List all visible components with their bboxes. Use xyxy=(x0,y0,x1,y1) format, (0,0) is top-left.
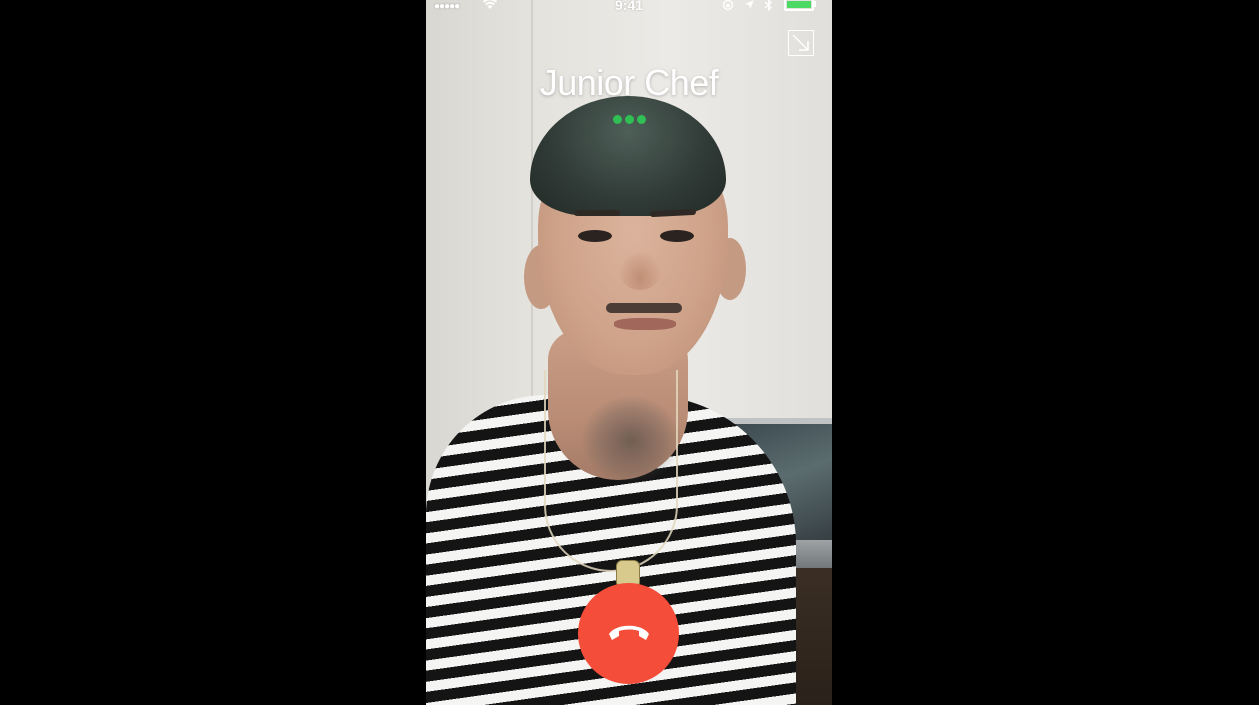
status-dot xyxy=(625,115,634,124)
battery-cap xyxy=(814,1,816,7)
battery-level-fill xyxy=(787,1,811,8)
right-eye xyxy=(660,230,694,242)
status-dot xyxy=(613,115,622,124)
left-eye xyxy=(578,230,612,242)
wifi-icon xyxy=(482,0,498,12)
left-eyebrow xyxy=(574,210,620,216)
bluetooth-icon xyxy=(764,0,773,13)
necklace-chain xyxy=(544,370,678,572)
hair xyxy=(530,96,726,216)
mouth xyxy=(614,318,676,330)
phone-hangup-icon xyxy=(609,625,649,640)
calling-status-indicator xyxy=(613,115,647,127)
status-dot xyxy=(637,115,646,124)
mustache xyxy=(606,303,682,313)
minimize-arrow-icon xyxy=(792,34,809,51)
contact-name: Junior Chef xyxy=(539,62,719,103)
minimize-call-button[interactable] xyxy=(788,30,814,56)
video-call-screen: ●●●●● 9:41 Junior Chef xyxy=(426,0,832,705)
status-bar: ●●●●● 9:41 xyxy=(426,0,832,14)
nose xyxy=(618,250,662,290)
rotation-lock-icon xyxy=(722,0,734,13)
location-arrow-icon xyxy=(744,0,755,12)
status-time: 9:41 xyxy=(615,0,644,13)
end-call-button[interactable] xyxy=(578,583,679,684)
signal-dots-icon: ●●●●● xyxy=(434,1,460,12)
battery-icon xyxy=(784,0,814,11)
